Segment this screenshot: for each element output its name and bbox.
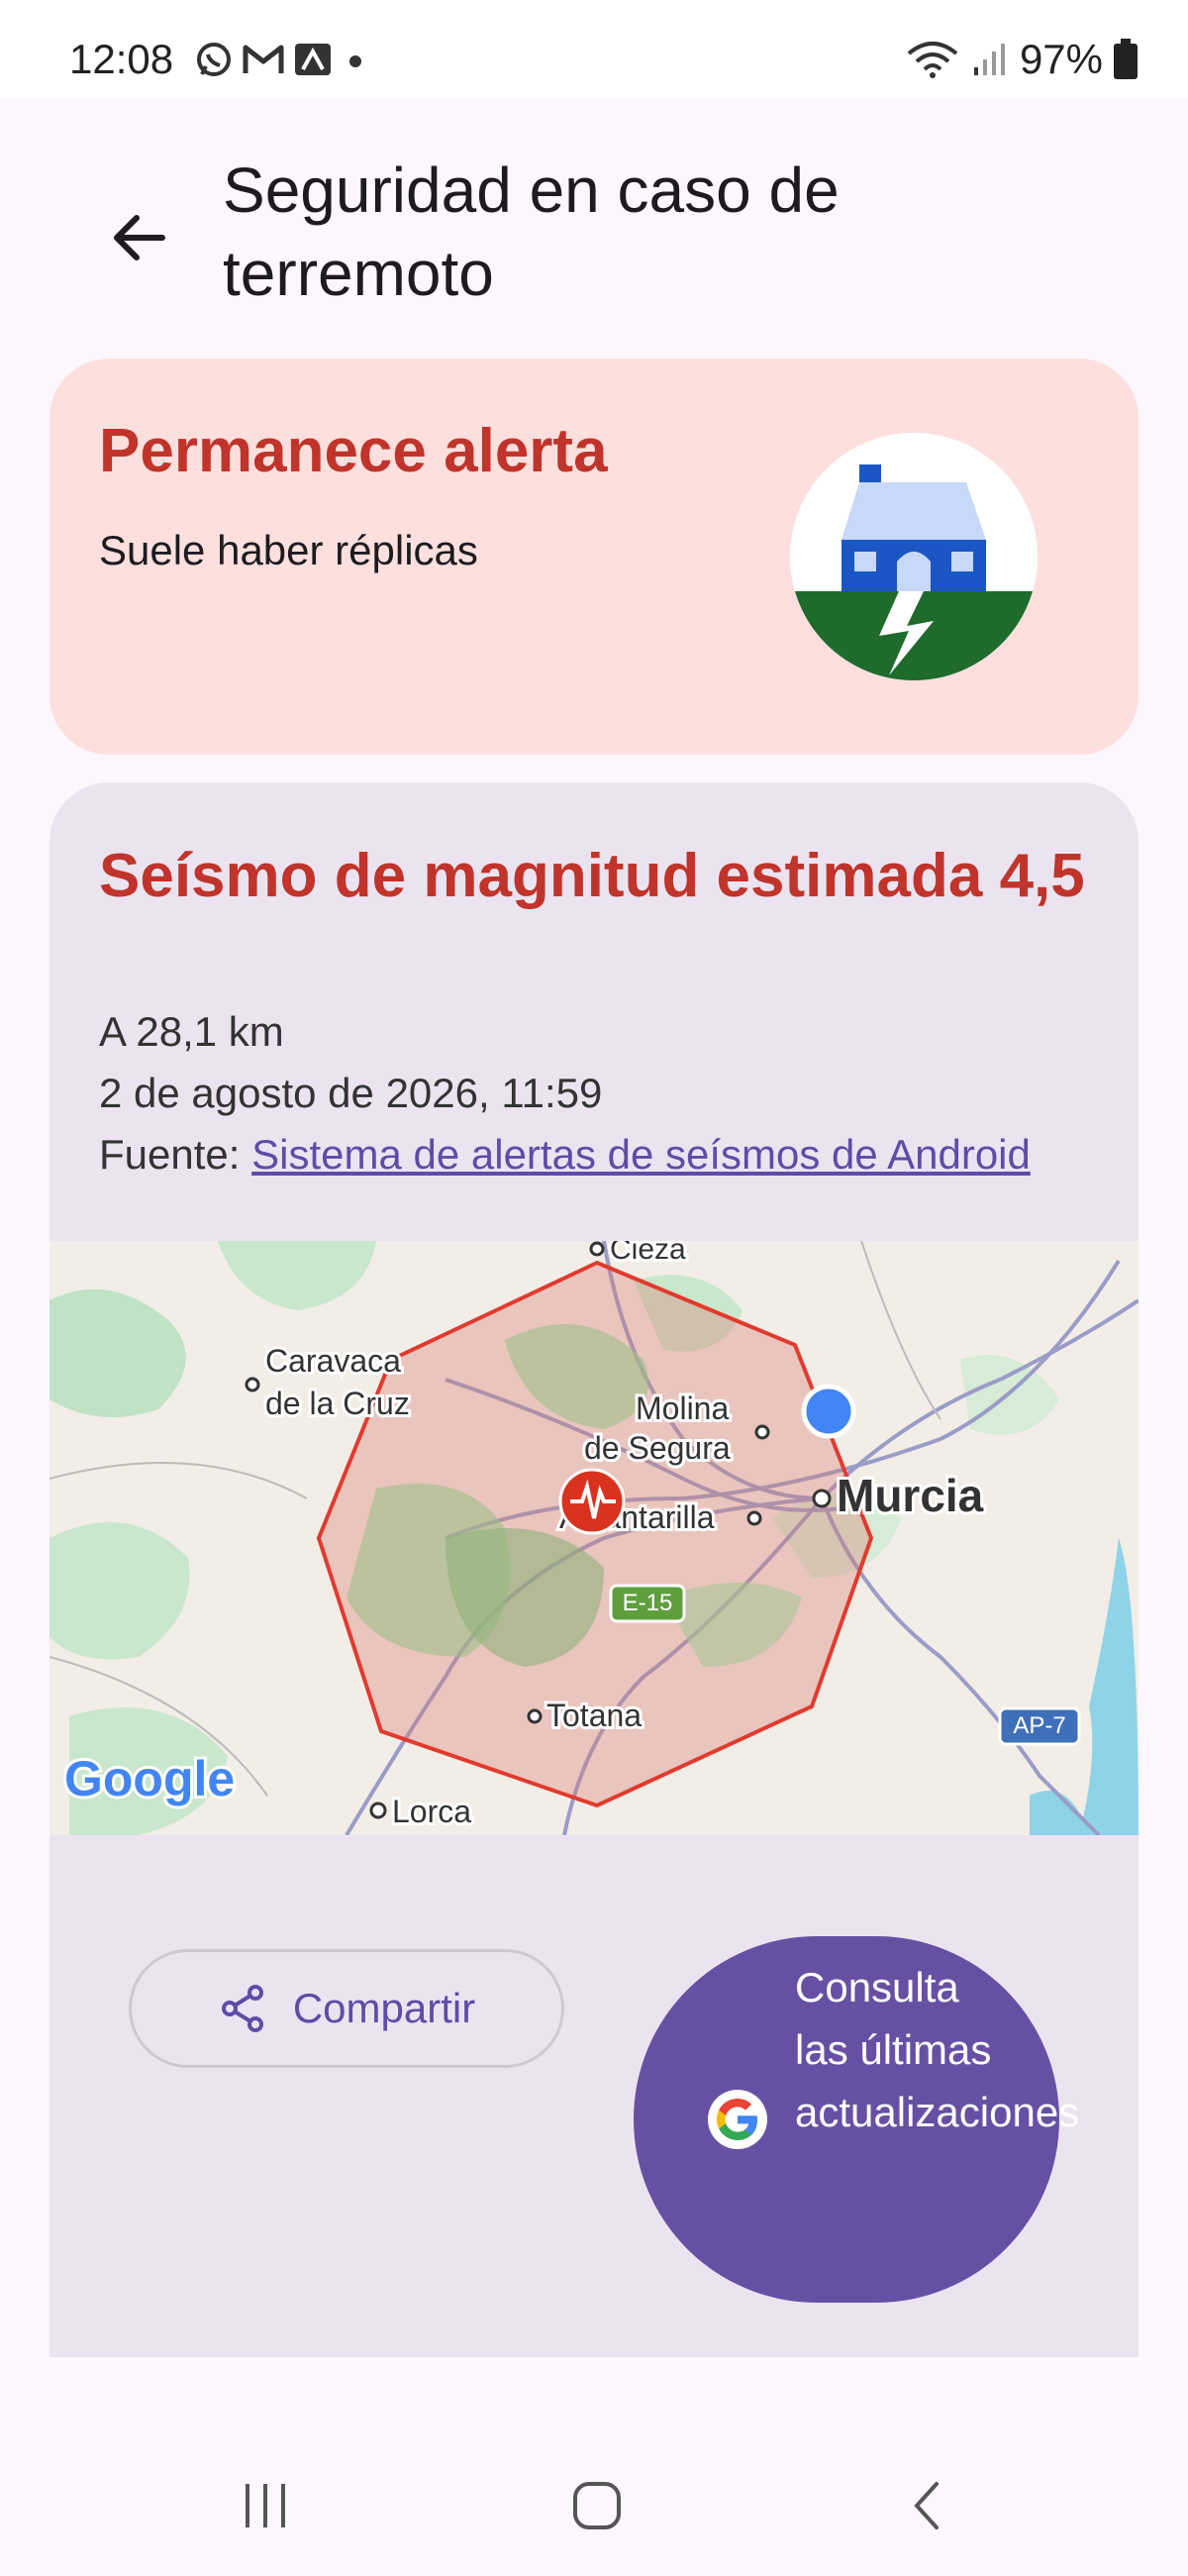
recents-icon (246, 2484, 285, 2527)
status-time: 12:08 (69, 36, 174, 82)
house-crack-illustration (790, 433, 1038, 680)
notification-icons (194, 40, 370, 79)
home-icon (573, 2482, 621, 2529)
nav-back-button[interactable] (889, 2466, 968, 2545)
alert-title: Permanece alerta (99, 417, 608, 485)
home-button[interactable] (557, 2466, 637, 2545)
place-dot-murcia (812, 1489, 832, 1508)
quake-title: Seísmo de magnitud estimada 4,5 (99, 842, 1085, 910)
signal-icon (973, 44, 1005, 75)
app-icon (295, 44, 331, 75)
system-nav-bar (0, 2426, 1188, 2576)
place-dot-totana (527, 1708, 543, 1724)
place-label-murcia: Murcia (837, 1470, 984, 1521)
battery-percent: 97% (1019, 36, 1103, 82)
road-label-e15: E-15 (623, 1590, 673, 1616)
place-dot-alcantarilla (746, 1510, 762, 1526)
place-label-cieza: Cieza (610, 1241, 686, 1266)
gmail-icon (243, 45, 284, 73)
latest-updates-label: Consulta las últimas actualizaciones (795, 1964, 1080, 2135)
place-dot-caravaca (245, 1377, 260, 1392)
status-bar: 12:08 97% (0, 0, 1188, 99)
place-label-caravaca-1: Caravaca (265, 1343, 401, 1379)
latest-updates-button[interactable]: Consulta las últimas actualizaciones (634, 1936, 1080, 2303)
place-dot-cieza (589, 1241, 605, 1257)
road-label-ap7: AP-7 (1013, 1712, 1065, 1739)
map-canvas[interactable]: E-15 AP-7 Cieza Caravaca de la Cruz Moli… (50, 1241, 1138, 1835)
user-location-dot (801, 1384, 856, 1439)
place-label-caravaca-2: de la Cruz (265, 1386, 410, 1421)
google-logo: Google (61, 1748, 238, 1809)
share-icon (221, 1985, 263, 2032)
place-dot-molina (754, 1424, 770, 1440)
source-link[interactable]: Sistema de alertas de seísmos de Android (251, 1131, 1031, 1178)
svg-text:Google: Google (64, 1751, 235, 1806)
source-label: Fuente: (99, 1131, 241, 1178)
back-arrow-icon (114, 215, 165, 260)
alert-subtitle: Suele haber réplicas (99, 527, 478, 573)
quake-date: 2 de agosto de 2026, 11:59 (99, 1070, 603, 1116)
place-label-totana: Totana (546, 1698, 642, 1733)
wifi-icon (907, 42, 958, 78)
quake-card: Seísmo de magnitud estimada 4,5 A 28,1 k… (50, 782, 1138, 2357)
page-title: Seguridad en caso de terremoto (223, 155, 840, 309)
place-label-molina-2: de Segura (584, 1430, 731, 1466)
place-dot-lorca (369, 1802, 387, 1819)
quake-source: Fuente: Sistema de alertas de seísmos de… (99, 1131, 1031, 1179)
status-right: 97% (905, 36, 1138, 83)
alert-card: Permanece alerta Suele haber réplicas (50, 359, 1138, 755)
google-g-icon (708, 2090, 767, 2149)
share-label: Compartir (292, 1985, 476, 2031)
dot-icon (349, 55, 361, 67)
battery-icon (1114, 39, 1138, 79)
recents-button[interactable] (226, 2466, 305, 2545)
whatsapp-icon (197, 43, 231, 76)
share-button[interactable]: Compartir (129, 1949, 564, 2068)
back-icon (914, 2482, 939, 2529)
map[interactable]: E-15 AP-7 Cieza Caravaca de la Cruz Moli… (50, 1241, 1138, 1835)
epicenter-marker (558, 1468, 626, 1535)
back-button[interactable] (99, 198, 178, 277)
place-label-molina-1: Molina (636, 1391, 729, 1426)
quake-distance: A 28,1 km (99, 1008, 284, 1055)
place-label-lorca: Lorca (392, 1794, 471, 1829)
